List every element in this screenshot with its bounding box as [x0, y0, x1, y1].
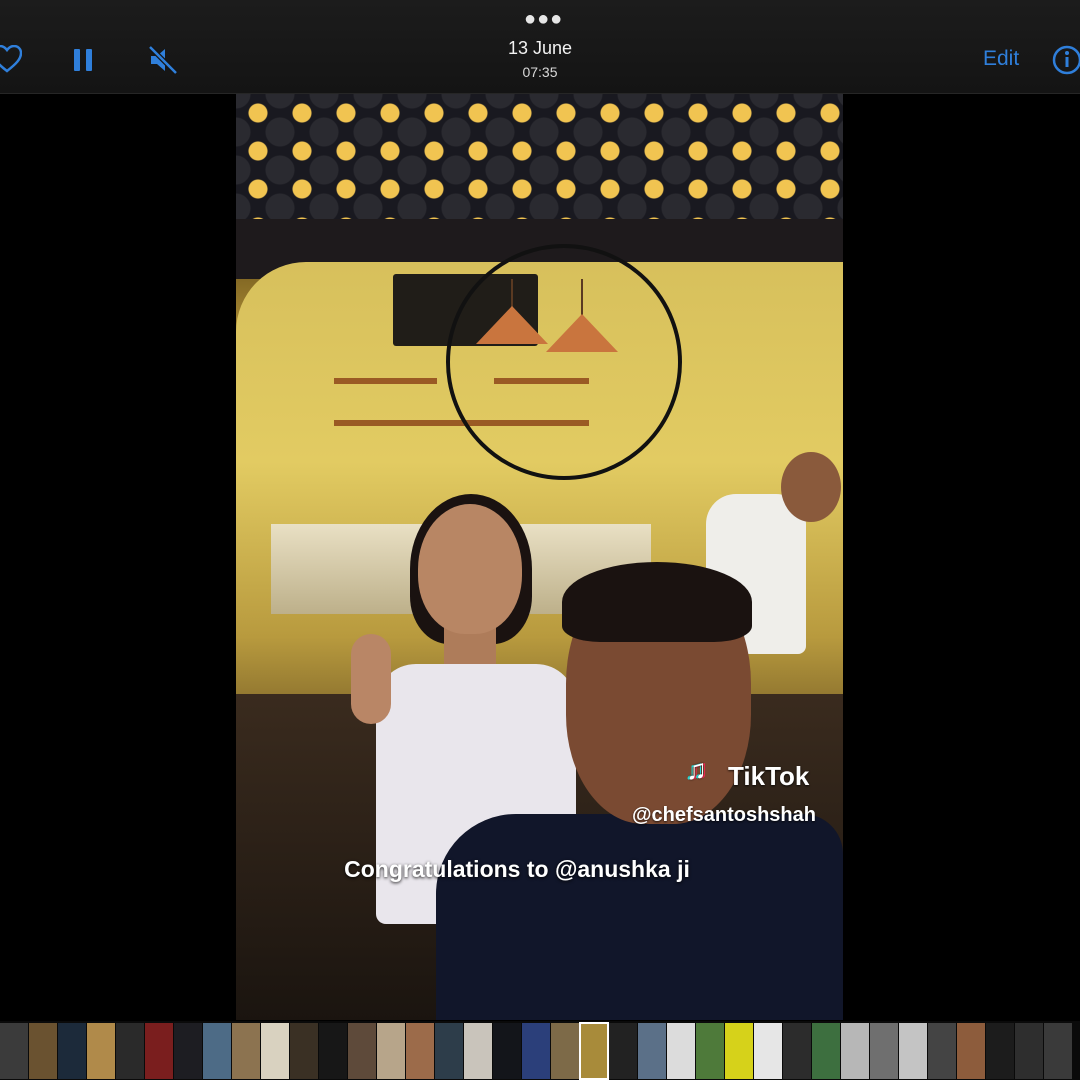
thumbnail[interactable]	[464, 1022, 492, 1079]
thumbnail[interactable]	[348, 1022, 376, 1079]
thumbnail[interactable]	[1015, 1022, 1043, 1079]
highlight-circle	[446, 244, 682, 480]
thumbnail[interactable]	[667, 1022, 695, 1079]
thumbnail[interactable]	[522, 1022, 550, 1079]
thumbnail[interactable]	[841, 1022, 869, 1079]
thumbnail[interactable]	[986, 1022, 1014, 1079]
ceiling-lattice	[236, 94, 843, 224]
man-hair	[562, 562, 752, 642]
thumbnail[interactable]	[87, 1022, 115, 1079]
thumbnail[interactable]	[725, 1022, 753, 1079]
thumbnail[interactable]	[29, 1022, 57, 1079]
thumbnail[interactable]	[58, 1022, 86, 1079]
thumbnail[interactable]	[377, 1022, 405, 1079]
thumbnail[interactable]	[899, 1022, 927, 1079]
tiktok-brand: TikTok	[728, 761, 810, 791]
thumbnail[interactable]	[609, 1022, 637, 1079]
thumbnail[interactable]	[0, 1022, 28, 1079]
woman-face	[418, 504, 522, 634]
pause-icon[interactable]	[73, 49, 93, 76]
mute-icon[interactable]	[148, 45, 178, 80]
thumbnail[interactable]	[232, 1022, 260, 1079]
tiktok-handle: @chefsantoshshah	[632, 804, 816, 826]
thumbnail[interactable]	[435, 1022, 463, 1079]
thumbnail[interactable]	[783, 1022, 811, 1079]
thumbnail[interactable]	[638, 1022, 666, 1079]
photo-time: 07:35	[522, 64, 558, 80]
photo-date: 13 June	[507, 38, 573, 58]
thumbnail[interactable]	[261, 1022, 289, 1079]
thumbnail[interactable]	[174, 1022, 202, 1079]
thumbnail[interactable]	[145, 1022, 173, 1079]
chef-head	[781, 452, 841, 522]
thumbnail-strip[interactable]	[0, 1021, 1080, 1080]
edit-button[interactable]: Edit	[983, 47, 1019, 71]
peace-sign-hand	[351, 634, 391, 724]
thumbnail[interactable]	[579, 1021, 609, 1080]
top-bar: ●●● 13 June 07:35 Edit	[0, 0, 1080, 94]
thumbnail[interactable]	[203, 1022, 231, 1079]
more-icon[interactable]: ●●●	[524, 8, 563, 31]
thumbnail[interactable]	[1044, 1022, 1072, 1079]
tiktok-icon: ♫	[686, 754, 707, 785]
thumbnail[interactable]	[319, 1022, 347, 1079]
thumbnail[interactable]	[957, 1022, 985, 1079]
thumbnail[interactable]	[551, 1022, 579, 1079]
thumbnail[interactable]	[696, 1022, 724, 1079]
thumbnail[interactable]	[290, 1022, 318, 1079]
thumbnail[interactable]	[754, 1022, 782, 1079]
thumbnail[interactable]	[406, 1022, 434, 1079]
thumbnail[interactable]	[928, 1022, 956, 1079]
heart-icon[interactable]	[0, 44, 23, 78]
info-icon[interactable]	[1052, 45, 1080, 80]
video-frame[interactable]: ♫ TikTok @chefsantoshshah Congratulation…	[236, 94, 843, 1020]
thumbnail[interactable]	[812, 1022, 840, 1079]
thumbnail[interactable]	[493, 1022, 521, 1079]
thumbnail[interactable]	[870, 1022, 898, 1079]
thumbnail[interactable]	[116, 1022, 144, 1079]
video-caption: Congratulations to @anushka ji	[344, 856, 690, 882]
man-shirt	[436, 814, 843, 1020]
wall-shelf	[334, 378, 437, 384]
